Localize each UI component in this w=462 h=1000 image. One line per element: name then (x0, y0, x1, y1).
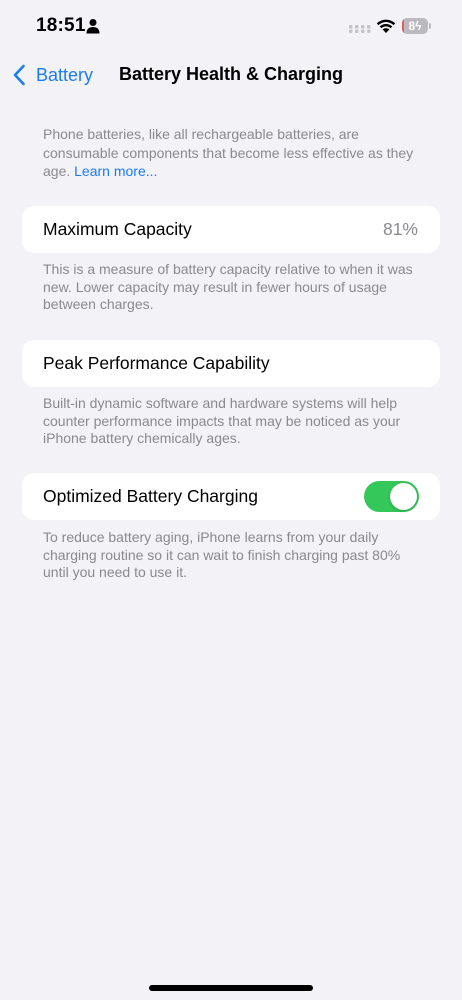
bolt-icon: ϟ (415, 19, 422, 33)
chevron-left-icon (13, 64, 25, 86)
optimized-charging-row: Optimized Battery Charging (22, 473, 440, 520)
battery-health-screen: 18:51 8ϟ Battery Battery Health & Chargi… (0, 0, 462, 1000)
peak-performance-footnote: Built-in dynamic software and hardware s… (43, 395, 401, 446)
home-indicator[interactable] (149, 985, 313, 991)
wifi-icon (376, 19, 396, 33)
signal-icon (349, 25, 371, 33)
page-title: Battery Health & Charging (119, 64, 344, 84)
back-label: Battery (36, 64, 94, 85)
maximum-capacity-value: 81% (382, 219, 418, 239)
peak-performance-row[interactable]: Peak Performance Capability (22, 340, 440, 387)
person-icon (86, 19, 100, 34)
peak-performance-label: Peak Performance Capability (43, 353, 270, 373)
learn-more-link[interactable]: Learn more... (74, 163, 157, 179)
status-time: 18:51 (36, 15, 86, 36)
toggle-knob (390, 483, 417, 510)
intro-text: Phone batteries, like all rechargeable b… (43, 125, 423, 181)
maximum-capacity-footnote: This is a measure of battery capacity re… (43, 261, 413, 312)
battery-level: 8ϟ (408, 19, 422, 33)
battery-body: 8ϟ (402, 18, 428, 34)
navigation-bar: Battery Battery Health & Charging (0, 52, 462, 98)
status-bar: 18:51 8ϟ (0, 0, 462, 52)
optimized-charging-toggle[interactable] (364, 481, 419, 512)
battery-charging-icon: 8ϟ (402, 18, 432, 34)
optimized-charging-footnote: To reduce battery aging, iPhone learns f… (43, 529, 401, 580)
back-button[interactable]: Battery (12, 60, 93, 90)
maximum-capacity-row: Maximum Capacity 81% (22, 206, 440, 253)
maximum-capacity-label: Maximum Capacity (43, 219, 192, 239)
battery-cap (429, 23, 431, 29)
optimized-charging-label: Optimized Battery Charging (43, 486, 258, 506)
